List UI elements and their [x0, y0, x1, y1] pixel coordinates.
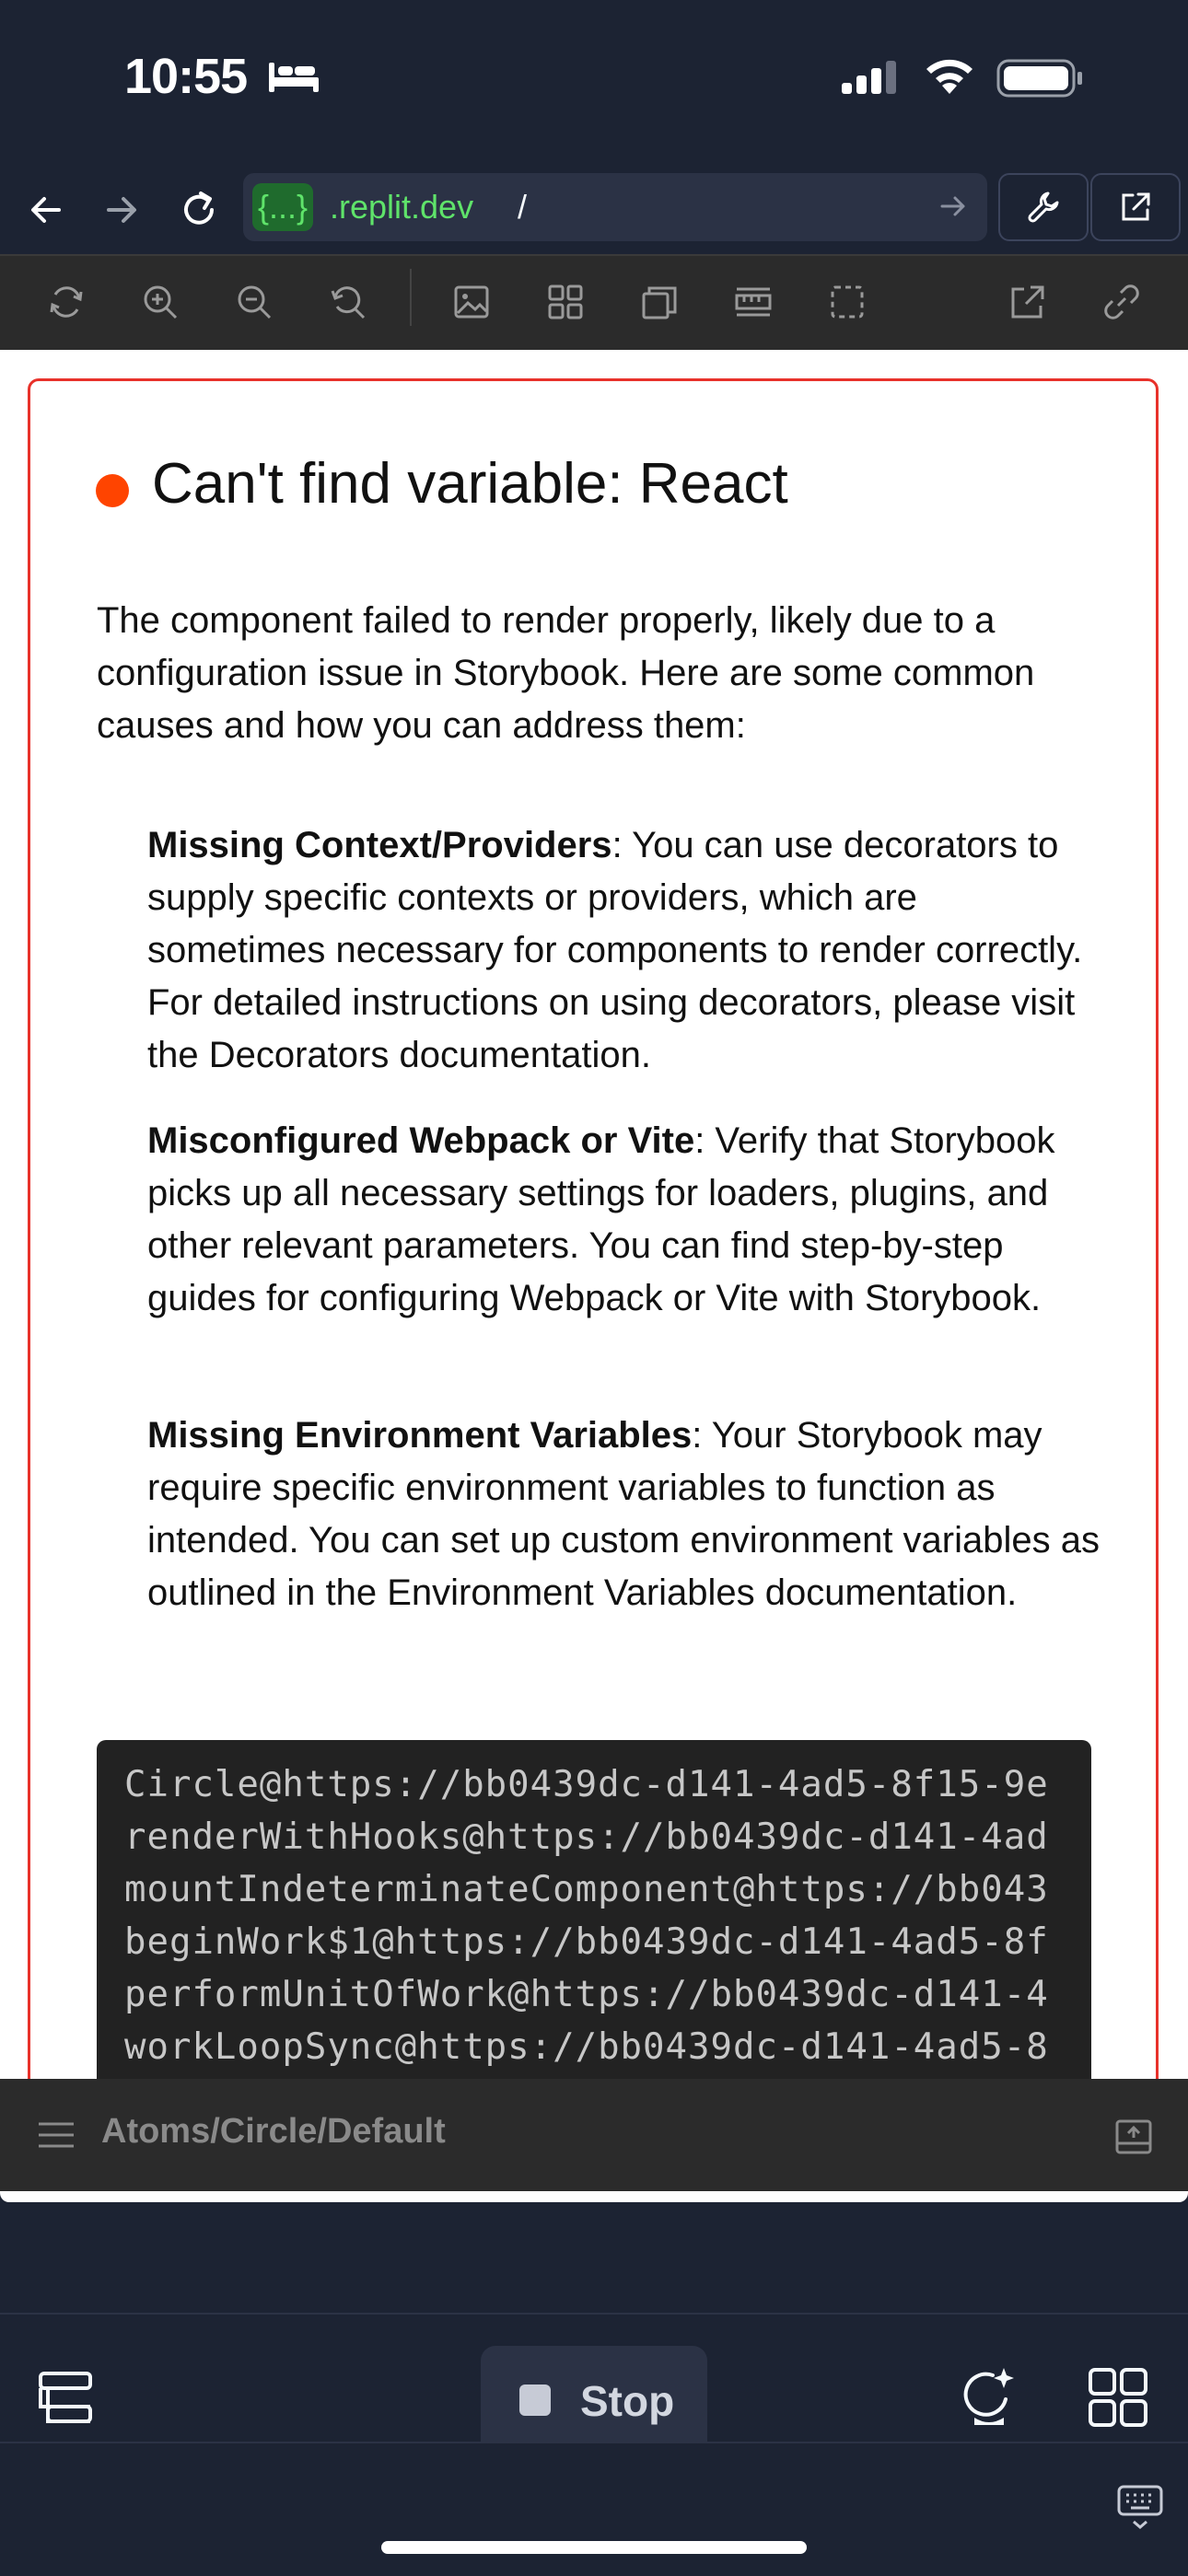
stop-button[interactable]: Stop: [481, 2346, 707, 2456]
wifi-icon: [921, 55, 978, 100]
url-path: /: [518, 188, 528, 226]
forward-arrow-icon[interactable]: [92, 180, 151, 239]
home-indicator: [381, 2541, 807, 2554]
stack-line: renderWithHooks@https://bb0439dc-d141-4a…: [124, 1816, 1049, 1858]
go-arrow-icon[interactable]: [938, 191, 969, 226]
wrench-icon[interactable]: [998, 173, 1089, 241]
copy-link-icon[interactable]: [1094, 274, 1149, 330]
stop-label: Stop: [580, 2377, 675, 2425]
preview-bottom-edge: [0, 2191, 1188, 2202]
stack-trace: Circle@https://bb0439dc-d141-4ad5-8f15-9…: [97, 1740, 1091, 2081]
back-arrow-icon[interactable]: [17, 180, 76, 239]
stack-line: beginWork$1@https://bb0439dc-d141-4ad5-8…: [124, 1921, 1049, 1963]
error-intro: The component failed to render properly,…: [97, 600, 1035, 746]
cause-heading: Missing Context/Providers: [147, 825, 612, 865]
zoom-reset-icon[interactable]: [320, 274, 376, 330]
cause-heading: Misconfigured Webpack or Vite: [147, 1120, 695, 1161]
stack-line: mountIndeterminateComponent@https://bb04…: [124, 1869, 1049, 1910]
remount-icon[interactable]: [39, 274, 94, 330]
measure-ruler-icon[interactable]: [726, 274, 781, 330]
app-spacer: [0, 2202, 1188, 2313]
stop-icon: [519, 2385, 551, 2416]
outline-icon[interactable]: [820, 274, 875, 330]
viewport-icon[interactable]: [632, 274, 687, 330]
menu-icon[interactable]: [37, 2120, 76, 2154]
zoom-out-icon[interactable]: [227, 274, 282, 330]
error-title: Can't find variable: React: [152, 452, 788, 516]
cause-item: Misconfigured Webpack or Vite: Verify th…: [147, 1115, 1105, 1325]
open-new-tab-icon[interactable]: [1000, 274, 1055, 330]
ai-assistant-icon[interactable]: [963, 2366, 1015, 2435]
keyboard-footer: [0, 2442, 1188, 2576]
apps-grid-icon[interactable]: [1089, 2368, 1147, 2431]
cause-heading: Missing Environment Variables: [147, 1415, 693, 1456]
url-domain: .replit.dev: [330, 188, 474, 226]
addons-panel-icon[interactable]: [1114, 2118, 1153, 2161]
reload-icon[interactable]: [169, 180, 228, 239]
database-icon[interactable]: [37, 2370, 94, 2431]
toolbar-divider: [410, 269, 412, 326]
open-external-icon[interactable]: [1090, 173, 1181, 241]
cause-item: Missing Environment Variables: Your Stor…: [147, 1410, 1105, 1619]
stack-line: Circle@https://bb0439dc-d141-4ad5-8f15-9…: [124, 1764, 1049, 1805]
cause-item: Missing Context/Providers: You can use d…: [147, 819, 1105, 1082]
bed-icon: [267, 61, 320, 99]
cellular-signal-icon: [840, 59, 901, 100]
background-image-icon[interactable]: [444, 274, 499, 330]
keyboard-icon[interactable]: [1116, 2483, 1164, 2535]
url-bar[interactable]: {...} .replit.dev /: [243, 173, 987, 241]
zoom-in-icon[interactable]: [133, 274, 188, 330]
url-host-tag: {...}: [252, 183, 314, 231]
error-status-dot: [96, 474, 129, 507]
story-path[interactable]: Atoms/Circle/Default: [101, 2112, 446, 2152]
status-time: 10:55: [124, 49, 248, 104]
grid-icon[interactable]: [538, 274, 593, 330]
stack-line: workLoopSync@https://bb0439dc-d141-4ad5-…: [124, 2026, 1049, 2068]
battery-icon: [996, 59, 1085, 102]
stack-line: performUnitOfWork@https://bb0439dc-d141-…: [124, 1974, 1049, 2015]
